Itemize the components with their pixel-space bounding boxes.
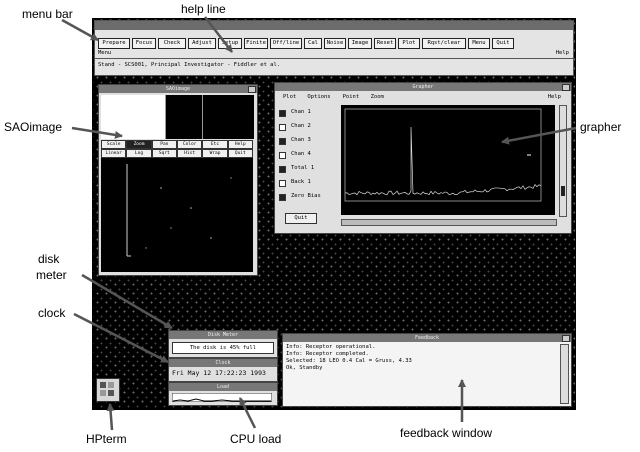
arrow-help-line bbox=[204, 16, 233, 53]
annotation-arrows bbox=[61, 16, 577, 431]
arrow-cpu-load bbox=[238, 397, 257, 429]
arrow-disk-meter bbox=[81, 273, 173, 330]
arrow-menu-bar bbox=[61, 18, 99, 42]
arrow-saoimage bbox=[71, 126, 123, 139]
arrow-clock bbox=[73, 312, 169, 364]
arrow-hpterm bbox=[106, 403, 115, 431]
arrow-grapher bbox=[501, 126, 577, 145]
